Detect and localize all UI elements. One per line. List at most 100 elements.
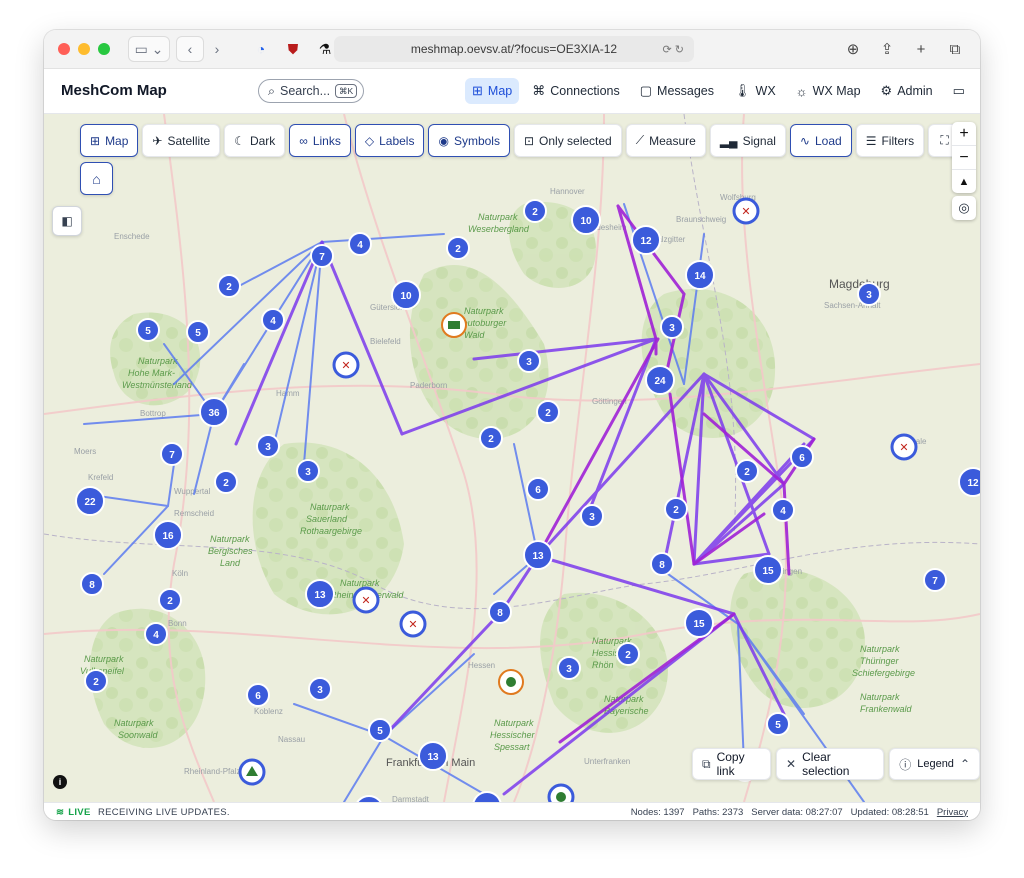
toggle-load-button[interactable]: ∿ Load (789, 124, 852, 157)
cluster-marker[interactable]: 2 (536, 400, 560, 424)
cluster-marker[interactable]: 36 (199, 397, 229, 427)
cluster-marker[interactable]: 3 (296, 459, 320, 483)
cluster-marker[interactable]: 5 (186, 320, 210, 344)
close-window-button[interactable] (58, 43, 70, 55)
map-view[interactable]: Hannover Braunschweig Magdeburg Salzgitt… (44, 114, 980, 802)
cluster-marker[interactable]: 13 (523, 540, 553, 570)
cluster-marker[interactable]: 15 (684, 608, 714, 638)
cluster-marker[interactable]: 5 (766, 712, 790, 736)
tabs-overview-icon[interactable]: ⧉ (942, 37, 968, 61)
cluster-marker[interactable]: 3 (256, 434, 280, 458)
cluster-marker[interactable]: 6 (526, 477, 550, 501)
cluster-marker[interactable]: 2 (523, 199, 547, 223)
compass-button[interactable]: ▲ (952, 170, 976, 193)
sidebar-toggle-icon[interactable]: ▭ ⌄ (128, 36, 170, 62)
cluster-marker[interactable]: 6 (246, 683, 270, 707)
cluster-marker[interactable]: 3 (557, 656, 581, 680)
cluster-marker[interactable]: 16 (153, 520, 183, 550)
side-panel-toggle[interactable]: ◧ (52, 206, 82, 236)
cluster-marker[interactable]: 4 (348, 232, 372, 256)
cluster-marker[interactable]: 2 (616, 642, 640, 666)
address-bar[interactable]: meshmap.oevsv.at/?focus=OE3XIA-12 ⟳ ↻ (334, 36, 694, 62)
toggle-symbols-button[interactable]: ◉ Symbols (428, 124, 510, 157)
cluster-marker[interactable]: 7 (923, 568, 947, 592)
copy-link-button[interactable]: ⧉ Copy link (692, 748, 772, 780)
weather-station-icon[interactable] (498, 669, 524, 695)
cluster-marker[interactable]: 8 (650, 552, 674, 576)
clear-selection-button[interactable]: ✕ Clear selection (776, 748, 885, 780)
nav-map[interactable]: ⊞ Map (465, 78, 520, 104)
share-icon[interactable]: ⇪ (874, 37, 900, 61)
cluster-marker[interactable]: 7 (160, 442, 184, 466)
digipeater-icon[interactable]: ✕ (332, 351, 360, 379)
cluster-marker[interactable]: 2 (446, 236, 470, 260)
cluster-marker[interactable]: 6 (790, 445, 814, 469)
legend-button[interactable]: ⓘ Legend ⌃ (889, 748, 980, 780)
nav-admin[interactable]: ⚙ Admin (874, 78, 940, 104)
toggle-only-selected-button[interactable]: ⊡ Only selected (513, 124, 622, 157)
cluster-marker[interactable]: 3 (517, 349, 541, 373)
cluster-marker[interactable]: 2 (158, 588, 182, 612)
digipeater-icon[interactable]: ✕ (399, 610, 427, 638)
cluster-marker[interactable]: 8 (488, 600, 512, 624)
cluster-marker[interactable]: 22 (75, 486, 105, 516)
layer-map-button[interactable]: ⊞ Map (80, 124, 139, 157)
nav-wx[interactable]: 🌡︎ WX (727, 78, 783, 104)
zoom-out-button[interactable]: − (952, 146, 976, 170)
home-button[interactable]: ⌂ (80, 162, 113, 195)
cluster-marker[interactable]: 2 (217, 274, 241, 298)
cluster-marker[interactable]: 2 (735, 459, 759, 483)
digipeater-icon[interactable]: ✕ (352, 586, 380, 614)
toggle-labels-button[interactable]: ◇ Labels (354, 124, 425, 157)
cluster-marker[interactable]: 10 (571, 205, 601, 235)
cluster-marker[interactable]: 2 (214, 470, 238, 494)
privacy-link[interactable]: Privacy (937, 807, 968, 818)
cluster-marker[interactable]: 14 (685, 260, 715, 290)
attribution-info-icon[interactable]: i (53, 775, 67, 789)
nav-wx-map[interactable]: ☼ WX Map (789, 78, 868, 104)
cluster-marker[interactable]: 2 (664, 497, 688, 521)
locate-button[interactable]: ◎ (952, 196, 976, 220)
display-button[interactable]: ▭ (946, 78, 972, 104)
cluster-marker[interactable]: 3 (857, 282, 881, 306)
minimize-window-button[interactable] (78, 43, 90, 55)
cluster-marker[interactable]: 4 (771, 498, 795, 522)
layer-satellite-button[interactable]: ✈ Satellite (142, 124, 221, 157)
cluster-marker[interactable]: 3 (580, 504, 604, 528)
forward-icon[interactable]: › (204, 37, 230, 61)
cluster-marker[interactable]: 4 (144, 622, 168, 646)
cluster-marker[interactable]: 24 (645, 365, 675, 395)
nav-connections[interactable]: ⌘ Connections (525, 78, 627, 104)
tent-icon[interactable] (238, 758, 266, 786)
weather-station-icon[interactable] (547, 783, 575, 802)
cluster-marker[interactable]: 3 (660, 315, 684, 339)
cluster-marker[interactable]: 2 (479, 426, 503, 450)
cluster-marker[interactable]: 13 (305, 579, 335, 609)
zoom-window-button[interactable] (98, 43, 110, 55)
back-icon[interactable]: ‹ (176, 36, 204, 62)
search-button[interactable]: ⌕ Search... ⌘K (258, 79, 364, 103)
cluster-marker[interactable]: 5 (136, 318, 160, 342)
toggle-signal-button[interactable]: ▂▄ Signal (709, 124, 786, 157)
house-icon[interactable] (441, 312, 467, 338)
digipeater-icon[interactable]: ✕ (890, 433, 918, 461)
filters-button[interactable]: ☰ Filters (855, 124, 925, 157)
digipeater-icon[interactable]: ✕ (732, 197, 760, 225)
toggle-links-button[interactable]: ∞ Links (289, 124, 351, 157)
layer-dark-button[interactable]: ☾ Dark (224, 124, 286, 157)
cluster-marker[interactable]: 8 (80, 572, 104, 596)
shield-icon[interactable]: ⛊ (280, 37, 306, 61)
cluster-marker[interactable]: 3 (308, 677, 332, 701)
cluster-marker[interactable]: 12 (631, 225, 661, 255)
zoom-in-button[interactable]: + (952, 122, 976, 146)
cluster-marker[interactable]: 2 (84, 669, 108, 693)
measure-button[interactable]: ⟋ Measure (625, 124, 706, 157)
cluster-marker[interactable]: 13 (418, 741, 448, 771)
nav-messages[interactable]: ▢ Messages (633, 78, 721, 104)
download-icon[interactable]: ⊕ (840, 37, 866, 61)
cluster-marker[interactable]: 5 (368, 718, 392, 742)
cluster-marker[interactable]: 10 (391, 280, 421, 310)
cluster-marker[interactable]: 15 (753, 555, 783, 585)
extension-icon[interactable]: ◔ (248, 37, 274, 61)
cluster-marker[interactable]: 7 (310, 244, 334, 268)
